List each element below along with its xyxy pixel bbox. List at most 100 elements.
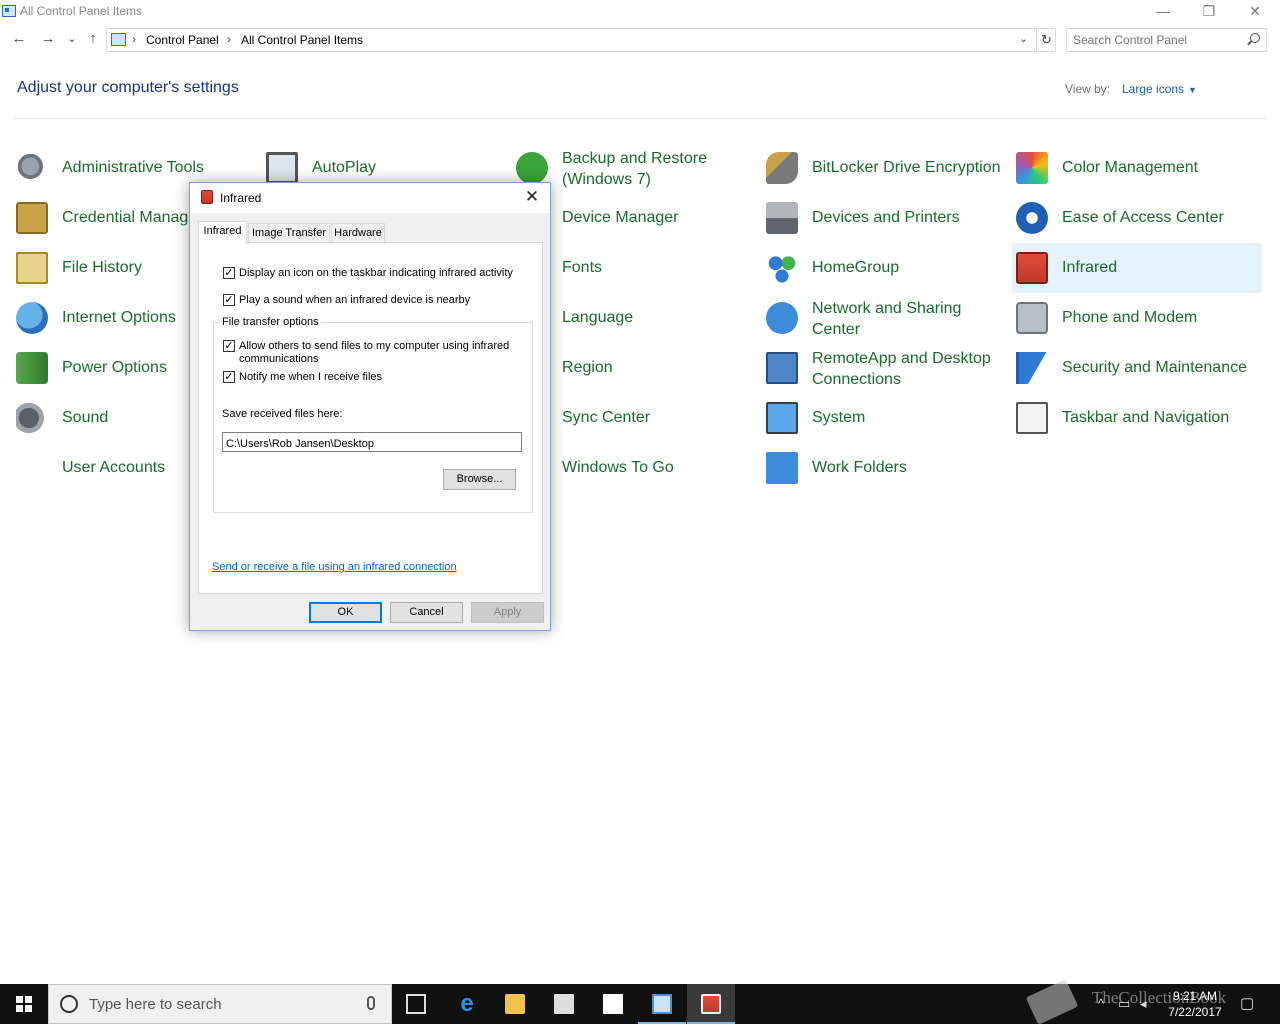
cp-item-label[interactable]: System (812, 407, 1007, 428)
minimize-button[interactable]: — (1140, 0, 1186, 24)
cp-item-remoteapp[interactable]: RemoteApp and Desktop Connections (762, 343, 1012, 393)
infrared-icon[interactable] (1016, 252, 1048, 284)
cp-item-label[interactable]: Ease of Access Center (1062, 207, 1257, 228)
credential-manager-icon[interactable] (16, 202, 48, 234)
dialog-close-button[interactable]: ✕ (520, 186, 544, 210)
start-button[interactable] (0, 984, 48, 1024)
allow-send-checkbox-label[interactable]: Allow others to send files to my compute… (239, 340, 519, 366)
task-view-icon[interactable] (406, 994, 426, 1014)
cp-item-infrared[interactable]: Infrared (1012, 243, 1262, 293)
caret-down-icon[interactable]: ▼ (1188, 85, 1197, 95)
taskbar-file-explorer[interactable] (491, 984, 539, 1024)
taskbar-store[interactable] (540, 984, 588, 1024)
browse-button[interactable]: Browse... (443, 469, 516, 490)
taskbar-search-placeholder[interactable]: Type here to search (89, 996, 222, 1013)
cp-item-label[interactable]: Network and Sharing Center (812, 298, 1007, 340)
breadcrumb-separator[interactable]: › (227, 32, 231, 46)
search-icon[interactable] (1250, 33, 1260, 43)
cp-item-label[interactable]: Security and Maintenance (1062, 357, 1257, 378)
sound-icon[interactable] (16, 402, 48, 434)
cp-item-system[interactable]: System (762, 393, 1012, 443)
breadcrumb-all-items[interactable]: All Control Panel Items (241, 33, 363, 47)
control-panel-icon[interactable] (652, 994, 672, 1014)
breadcrumb-control-panel[interactable]: Control Panel (146, 33, 219, 47)
search-box[interactable] (1066, 28, 1267, 52)
address-bar[interactable]: › Control Panel › All Control Panel Item… (106, 28, 1037, 52)
taskbar-navigation-icon[interactable] (1016, 402, 1048, 434)
homegroup-icon[interactable] (766, 252, 798, 284)
cp-item-taskbar-navigation[interactable]: Taskbar and Navigation (1012, 393, 1262, 443)
autoplay-icon[interactable] (266, 152, 298, 184)
forward-button[interactable]: → (38, 30, 58, 50)
view-by-dropdown[interactable]: Large icons ▼ (1122, 82, 1197, 96)
power-options-icon[interactable] (16, 352, 48, 384)
apply-button[interactable]: Apply (471, 602, 544, 623)
cp-item-label[interactable]: Device Manager (562, 207, 757, 228)
backup-restore-icon[interactable] (516, 152, 548, 184)
ease-of-access-icon[interactable] (1016, 202, 1048, 234)
edge-icon[interactable]: e (457, 992, 477, 1016)
work-folders-icon[interactable] (766, 452, 798, 484)
taskbar-infrared[interactable] (687, 984, 735, 1024)
admin-tools-icon[interactable] (16, 152, 48, 184)
cp-item-label[interactable]: AutoPlay (312, 157, 507, 178)
ok-button[interactable]: OK (309, 602, 382, 623)
security-maintenance-icon[interactable] (1016, 352, 1048, 384)
color-management-icon[interactable] (1016, 152, 1048, 184)
back-button[interactable]: ← (9, 30, 29, 50)
folder-icon[interactable] (505, 994, 525, 1014)
cancel-button[interactable]: Cancel (390, 602, 463, 623)
cp-item-label[interactable]: Region (562, 357, 757, 378)
view-by-value[interactable]: Large icons (1122, 82, 1184, 96)
internet-options-icon[interactable] (16, 302, 48, 334)
cp-item-label[interactable]: Sync Center (562, 407, 757, 428)
recent-locations-button[interactable]: ⌄ (62, 30, 82, 50)
system-icon[interactable] (766, 402, 798, 434)
cp-item-devices-printers[interactable]: Devices and Printers (762, 193, 1012, 243)
allow-send-checkbox[interactable]: ✓ (223, 340, 235, 352)
cp-item-label[interactable]: BitLocker Drive Encryption (812, 157, 1007, 178)
cp-item-label[interactable]: Color Management (1062, 157, 1257, 178)
cp-item-label[interactable]: Language (562, 307, 757, 328)
taskbar-control-panel[interactable] (638, 984, 686, 1024)
cortana-icon[interactable] (60, 995, 78, 1013)
mail-icon[interactable] (603, 994, 623, 1014)
cp-item-label[interactable]: Devices and Printers (812, 207, 1007, 228)
cp-item-label[interactable]: Administrative Tools (62, 157, 257, 178)
close-button[interactable]: ✕ (1232, 0, 1278, 24)
cp-item-phone-modem[interactable]: Phone and Modem (1012, 293, 1262, 343)
cp-item-ease-of-access[interactable]: Ease of Access Center (1012, 193, 1262, 243)
play-sound-checkbox-label[interactable]: Play a sound when an infrared device is … (239, 294, 470, 307)
chevron-down-icon[interactable]: ⌄ (1019, 32, 1028, 45)
play-sound-checkbox[interactable]: ✓ (223, 294, 235, 306)
up-button[interactable]: ↑ (83, 30, 103, 50)
network-sharing-icon[interactable] (766, 302, 798, 334)
save-location-field[interactable] (222, 432, 522, 452)
send-receive-link[interactable]: Send or receive a file using an infrared… (212, 561, 457, 573)
user-accounts-icon[interactable] (16, 452, 48, 484)
cp-item-label[interactable]: Infrared (1062, 257, 1257, 278)
cp-item-label[interactable]: Phone and Modem (1062, 307, 1257, 328)
microphone-icon[interactable] (367, 996, 375, 1010)
notify-checkbox[interactable]: ✓ (223, 371, 235, 383)
bitlocker-icon[interactable] (766, 152, 798, 184)
cp-item-color-management[interactable]: Color Management (1012, 143, 1262, 193)
maximize-button[interactable]: ❐ (1186, 0, 1232, 24)
tab-infrared[interactable]: Infrared (198, 221, 247, 244)
cp-item-label[interactable]: Windows To Go (562, 457, 757, 478)
taskbar-mail[interactable] (589, 984, 637, 1024)
task-view-button[interactable] (392, 984, 440, 1024)
cp-item-label[interactable]: Work Folders (812, 457, 1007, 478)
search-input[interactable] (1073, 32, 1243, 48)
cp-item-label[interactable]: Taskbar and Navigation (1062, 407, 1257, 428)
cp-item-network-sharing[interactable]: Network and Sharing Center (762, 293, 1012, 343)
refresh-button[interactable]: ↻ (1038, 28, 1056, 52)
file-history-icon[interactable] (16, 252, 48, 284)
cp-item-label[interactable]: HomeGroup (812, 257, 1007, 278)
cp-item-security-maintenance[interactable]: Security and Maintenance (1012, 343, 1262, 393)
breadcrumb-separator[interactable]: › (132, 32, 136, 46)
cp-item-label[interactable]: Backup and Restore (Windows 7) (562, 148, 757, 190)
notify-checkbox-label[interactable]: Notify me when I receive files (239, 371, 382, 384)
taskbar-icon-checkbox-label[interactable]: Display an icon on the taskbar indicatin… (239, 267, 513, 280)
cp-item-bitlocker[interactable]: BitLocker Drive Encryption (762, 143, 1012, 193)
